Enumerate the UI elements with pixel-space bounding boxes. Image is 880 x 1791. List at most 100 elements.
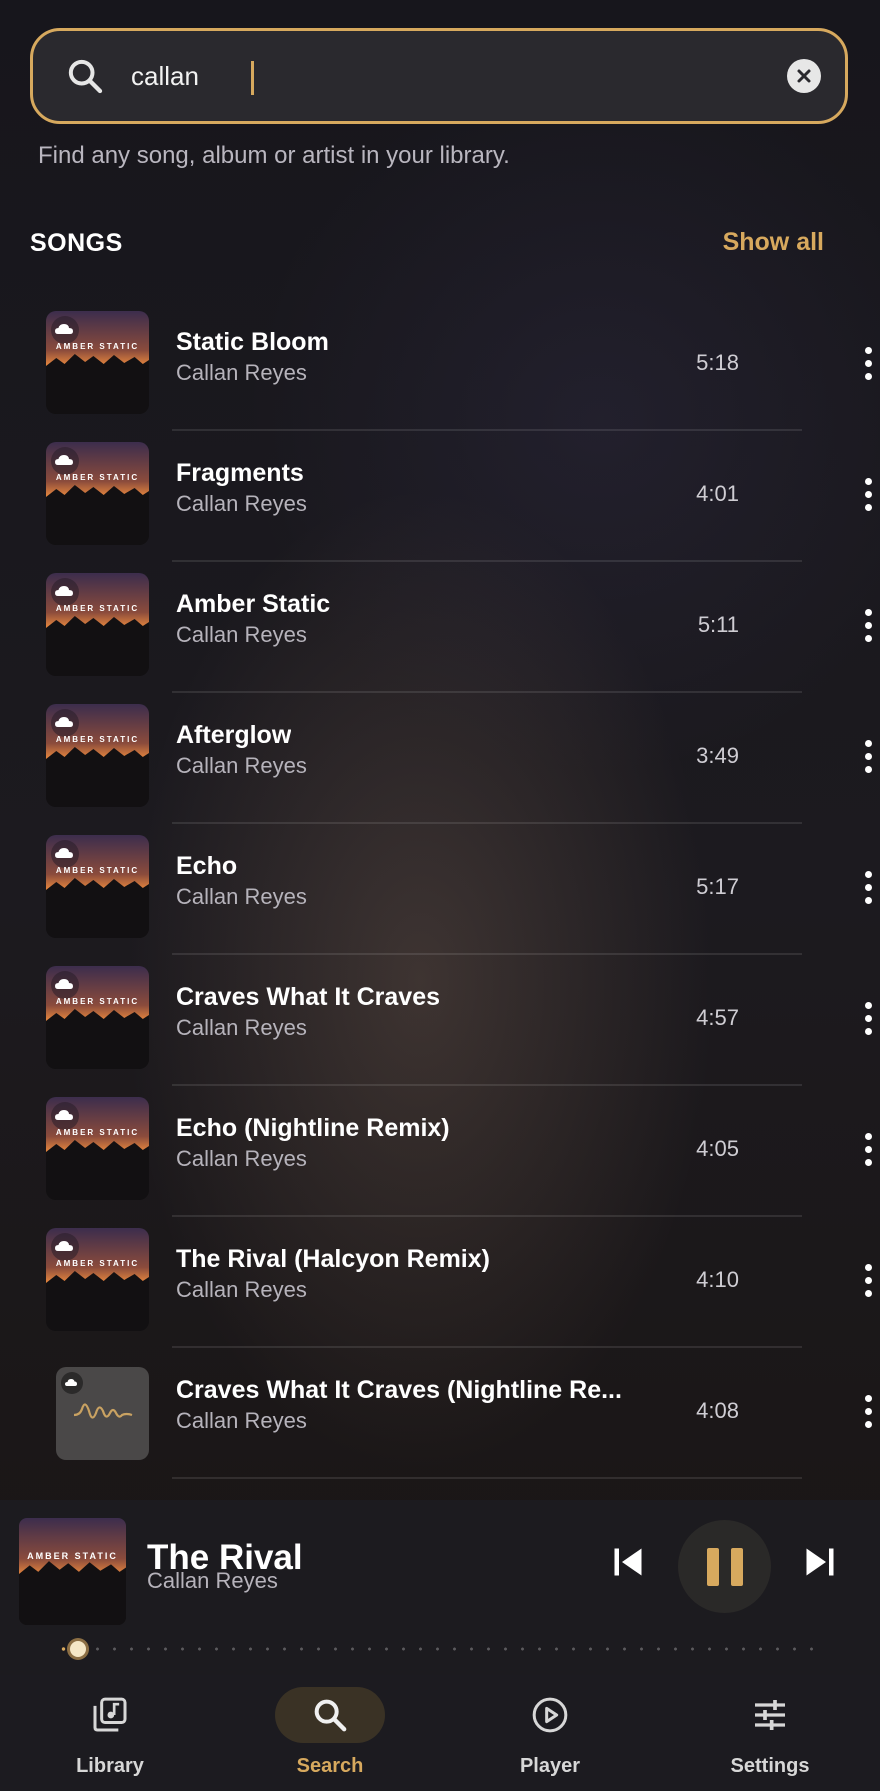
song-duration: 5:18 xyxy=(696,350,739,375)
song-title: Craves What It Craves xyxy=(176,983,441,1011)
song-album-art[interactable]: AMBER STATIC xyxy=(46,442,149,545)
skip-next-icon[interactable] xyxy=(802,1544,838,1580)
song-row[interactable]: AMBER STATIC Echo Callan Reyes 5:17 xyxy=(0,824,880,955)
song-album-art[interactable]: AMBER STATIC xyxy=(46,573,149,676)
song-title: Echo (Nightline Remix) xyxy=(176,1114,450,1142)
more-vert-icon xyxy=(864,608,872,616)
cloud-icon xyxy=(61,1372,83,1394)
song-album-art[interactable]: AMBER STATIC xyxy=(46,966,149,1069)
more-options-button[interactable] xyxy=(850,338,880,388)
search-icon xyxy=(314,1699,347,1732)
song-row[interactable]: AMBER STATIC Craves What It Craves Callan … xyxy=(0,955,880,1086)
nav-settings[interactable]: Settings xyxy=(660,1675,880,1791)
pause-icon-bar xyxy=(706,1547,719,1586)
song-title: Craves What It Craves (Nightline Re... xyxy=(176,1376,622,1404)
album-art-text: AMBER STATIC xyxy=(27,1551,118,1561)
playback-progress-track[interactable] xyxy=(55,1646,825,1652)
more-options-button[interactable] xyxy=(850,731,880,781)
nav-player[interactable]: Player xyxy=(440,1675,660,1791)
app-root: Find any song, album or artist in your l… xyxy=(0,0,880,1791)
clear-search-button[interactable] xyxy=(787,59,821,93)
album-art-text: AMBER STATIC xyxy=(55,342,140,351)
nav-settings-label: Settings xyxy=(730,1755,810,1777)
more-options-button[interactable] xyxy=(850,1124,880,1174)
song-title: Afterglow xyxy=(176,721,292,749)
more-options-button[interactable] xyxy=(850,993,880,1043)
song-album-art[interactable]: AMBER STATIC xyxy=(46,311,149,414)
song-duration: 4:05 xyxy=(696,1136,739,1161)
album-art-text: AMBER STATIC xyxy=(55,997,140,1006)
song-duration: 5:17 xyxy=(696,874,739,899)
more-vert-icon xyxy=(864,346,872,354)
tune-sliders-icon xyxy=(755,1700,785,1730)
song-title: Amber Static xyxy=(176,590,331,618)
song-duration: 5:11 xyxy=(697,612,739,637)
album-art-text: AMBER STATIC xyxy=(55,604,140,613)
song-title: Fragments xyxy=(176,459,304,487)
song-album-art[interactable]: AMBER STATIC xyxy=(46,835,149,938)
mini-player[interactable]: AMBER STATIC The Rival Callan Reyes xyxy=(0,1500,880,1675)
bottom-nav: Library Search Player Settings xyxy=(0,1675,880,1791)
more-options-button[interactable] xyxy=(850,469,880,519)
song-duration: 4:01 xyxy=(696,481,739,506)
more-options-button[interactable] xyxy=(850,600,880,650)
play-circle-icon xyxy=(532,1697,568,1733)
song-album-art[interactable]: AMBER STATIC xyxy=(46,1228,149,1331)
close-icon xyxy=(797,69,811,83)
search-icon xyxy=(68,59,103,94)
song-duration: 4:57 xyxy=(696,1005,739,1030)
more-vert-icon xyxy=(864,1394,872,1402)
more-vert-icon xyxy=(864,739,872,747)
song-row[interactable]: Craves What It Craves (Nightline Re... Ca… xyxy=(0,1348,880,1479)
song-list: AMBER STATIC Static Bloom Callan Reyes 5:18… xyxy=(0,300,880,1479)
search-hint: Find any song, album or artist in your l… xyxy=(38,142,510,169)
now-playing-album-art[interactable]: AMBER STATIC xyxy=(19,1518,126,1625)
search-input[interactable] xyxy=(131,60,787,92)
song-artist: Callan Reyes xyxy=(176,1146,307,1171)
song-artist: Callan Reyes xyxy=(176,622,307,647)
song-row[interactable]: AMBER STATIC Fragments Callan Reyes 4:01 xyxy=(0,431,880,562)
more-options-button[interactable] xyxy=(850,1386,880,1436)
song-artist: Callan Reyes xyxy=(176,1408,307,1433)
song-artist: Callan Reyes xyxy=(176,491,307,516)
more-vert-icon xyxy=(864,870,872,878)
more-options-button[interactable] xyxy=(850,862,880,912)
song-duration: 4:08 xyxy=(696,1398,739,1423)
song-row[interactable]: AMBER STATIC Amber Static Callan Reyes 5:11 xyxy=(0,562,880,693)
song-row[interactable]: AMBER STATIC Afterglow Callan Reyes 3:49 xyxy=(0,693,880,824)
waveform-icon xyxy=(73,1403,133,1419)
song-duration: 4:10 xyxy=(696,1267,739,1292)
pause-icon-bar xyxy=(730,1547,743,1586)
text-caret xyxy=(251,61,254,95)
more-vert-icon xyxy=(864,1001,872,1009)
album-art-text: AMBER STATIC xyxy=(55,473,140,482)
playback-progress-thumb[interactable] xyxy=(70,1641,86,1657)
song-row[interactable]: AMBER STATIC Static Bloom Callan Reyes 5:18 xyxy=(0,300,880,431)
song-album-art[interactable] xyxy=(56,1367,149,1460)
library-music-icon xyxy=(93,1697,127,1732)
album-art-text: AMBER STATIC xyxy=(55,735,140,744)
song-title: Echo xyxy=(176,852,238,880)
more-options-button[interactable] xyxy=(850,1255,880,1305)
more-vert-icon xyxy=(864,477,872,485)
song-title: The Rival (Halcyon Remix) xyxy=(176,1245,490,1273)
nav-library[interactable]: Library xyxy=(0,1675,220,1791)
album-art-text: AMBER STATIC xyxy=(55,1128,140,1137)
album-art-text: AMBER STATIC xyxy=(55,1259,140,1268)
search-bar[interactable] xyxy=(30,28,848,124)
nav-library-label: Library xyxy=(76,1755,144,1777)
song-row[interactable]: AMBER STATIC The Rival (Halcyon Remix) Cal… xyxy=(0,1217,880,1348)
skip-previous-icon[interactable] xyxy=(610,1544,646,1580)
pause-button[interactable] xyxy=(678,1520,771,1613)
song-album-art[interactable]: AMBER STATIC xyxy=(46,1097,149,1200)
song-artist: Callan Reyes xyxy=(176,753,307,778)
song-album-art[interactable]: AMBER STATIC xyxy=(46,704,149,807)
nav-player-label: Player xyxy=(519,1755,581,1777)
more-vert-icon xyxy=(864,1263,872,1271)
more-vert-icon xyxy=(864,1132,872,1140)
song-artist: Callan Reyes xyxy=(176,1277,307,1302)
show-all-button[interactable]: Show all xyxy=(723,228,824,257)
nav-search[interactable]: Search xyxy=(220,1675,440,1791)
song-artist: Callan Reyes xyxy=(176,360,307,385)
song-row[interactable]: AMBER STATIC Echo (Nightline Remix) Callan… xyxy=(0,1086,880,1217)
